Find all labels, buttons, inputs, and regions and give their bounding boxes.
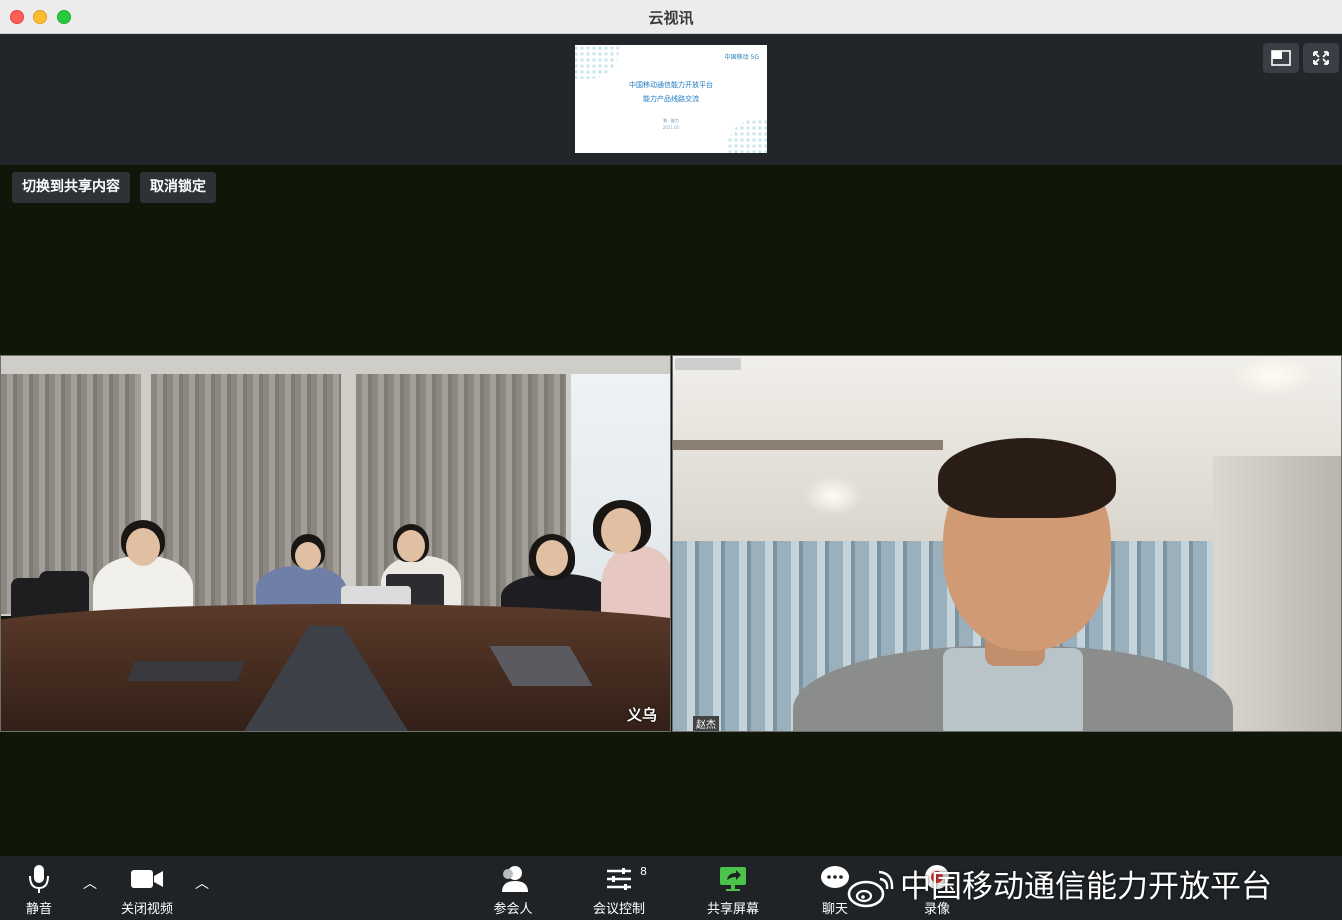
participant-name-label: 赵杰 [693, 716, 719, 731]
chevron-up-icon[interactable]: ︿ [82, 874, 98, 894]
control-count-badge: 8 [640, 865, 647, 878]
participant-figure [295, 542, 321, 570]
participant-figure [397, 530, 425, 562]
unlock-button[interactable]: 取消锁定 [140, 172, 216, 203]
slide-title: 中国移动通信能力开放平台 [629, 81, 713, 89]
mute-label: 静音 [25, 902, 52, 917]
participant-figure [126, 528, 160, 566]
stop-video-label: 关闭视频 [120, 902, 173, 917]
weibo-watermark: 中国移动通信能力开放平台 [846, 862, 1272, 912]
participants-icon [502, 866, 528, 892]
shared-content-strip: 中国移动 5G 中国移动通信能力开放平台 能力产品线路交流 和 · 能力 202… [0, 34, 1342, 165]
shared-slide-thumbnail[interactable]: 中国移动 5G 中国移动通信能力开放平台 能力产品线路交流 和 · 能力 202… [575, 45, 767, 153]
stop-video-button[interactable]: 关闭视频 [112, 856, 182, 920]
mute-button[interactable]: 静音 [10, 856, 68, 920]
video-background [1213, 456, 1341, 731]
table-monitor [127, 661, 245, 681]
slide-subtitle: 能力产品线路交流 [643, 95, 699, 103]
participant-figure [601, 508, 641, 554]
video-background [803, 476, 863, 516]
fullscreen-icon [1313, 51, 1329, 65]
app-window: 云视讯 中国移动 5G 中国移动通信能力开放平台 能力产品线路交流 和 · 能力… [0, 0, 1342, 920]
watermark-text: 中国移动通信能力开放平台 [900, 869, 1272, 905]
video-area: 切换到共享内容 取消锁定 义乌 赵杰 [0, 165, 1342, 856]
window-title: 云视讯 [648, 9, 694, 27]
share-screen-button[interactable]: 共享屏幕 [700, 856, 766, 920]
switch-to-shared-button[interactable]: 切换到共享内容 [12, 172, 130, 203]
participant-video-tile[interactable]: 义乌 [0, 355, 671, 732]
title-bar: 云视讯 [0, 0, 1342, 34]
camera-status-badge [675, 358, 741, 370]
meeting-control-button[interactable]: 8 会议控制 [586, 856, 652, 920]
participants-label: 参会人 [493, 902, 533, 917]
layout-toggle-button[interactable] [1263, 43, 1299, 73]
participant-video-tile[interactable]: 赵杰 [672, 355, 1342, 732]
video-background [1233, 356, 1313, 396]
participants-button[interactable]: 参会人 [484, 856, 542, 920]
layout-icon [1271, 50, 1291, 66]
video-background [673, 440, 943, 450]
slide-date: 2021.05 [662, 125, 680, 130]
participant-figure [536, 540, 568, 576]
chevron-up-icon[interactable]: ︿ [194, 874, 210, 894]
meeting-control-label: 会议控制 [592, 902, 645, 917]
fullscreen-button[interactable] [1303, 43, 1339, 73]
participant-figure [938, 438, 1116, 518]
share-screen-icon [720, 867, 746, 891]
weibo-logo-icon [847, 870, 894, 907]
microphone-icon [29, 865, 49, 893]
slide-presenter: 和 · 能力 [663, 118, 679, 123]
share-screen-label: 共享屏幕 [706, 902, 759, 917]
video-camera-icon [131, 870, 163, 888]
slide-logo: 中国移动 5G [724, 54, 759, 61]
slide-decoration [575, 45, 619, 79]
participant-name-label: 义乌 [627, 706, 658, 724]
